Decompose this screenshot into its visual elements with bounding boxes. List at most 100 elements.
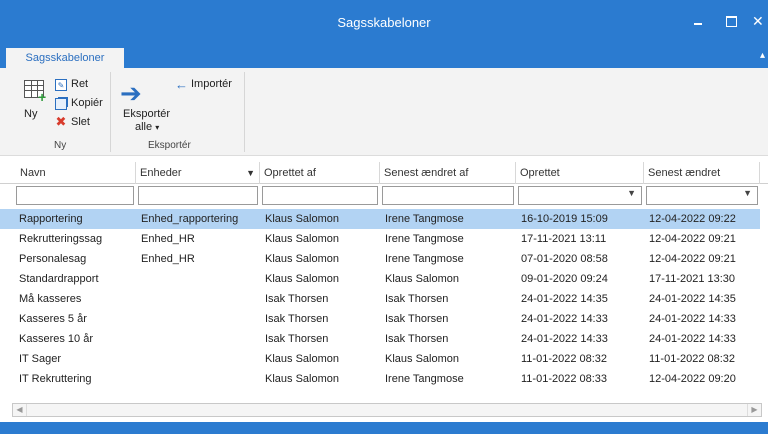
table-row[interactable]: Personalesag Enhed_HR Klaus Salomon Irene T… — [0, 249, 760, 269]
cell-enheder — [138, 289, 260, 309]
cell-senest-aendret-af: Irene Tangmose — [385, 253, 464, 265]
filter-oprettet-af-input[interactable] — [262, 186, 378, 205]
cell-enheder — [138, 309, 260, 329]
import-button[interactable]: Importér — [191, 78, 232, 90]
cell-oprettet-af: Isak Thorsen — [265, 333, 329, 345]
cell-senest-aendret-af: Isak Thorsen — [385, 333, 449, 345]
cell-senest-aendret: 12-04-2022 09:20 — [649, 373, 736, 385]
column-header-oprettet[interactable]: Oprettet — [516, 162, 644, 184]
cell-navn: Personalesag — [19, 253, 87, 265]
cell-oprettet: 24-01-2022 14:33 — [521, 313, 608, 325]
cell-senest-aendret: 12-04-2022 09:21 — [649, 233, 736, 245]
cell-enheder — [138, 349, 260, 369]
cell-oprettet-af: Klaus Salomon — [265, 253, 339, 265]
cell-navn: Må kasseres — [19, 293, 82, 305]
table-row[interactable]: Standardrapport Klaus Salomon Klaus Salomo… — [0, 269, 760, 289]
table-row[interactable]: Kasseres 10 år Isak Thorsen Isak Thorsen 24… — [0, 329, 760, 349]
cell-oprettet: 11-01-2022 08:33 — [521, 373, 608, 385]
cell-enheder — [138, 329, 260, 349]
table-row[interactable]: Kasseres 5 år Isak Thorsen Isak Thorsen 24-… — [0, 309, 760, 329]
filter-oprettet-date[interactable]: ▼ — [518, 184, 642, 208]
table-row[interactable]: Rapportering Enhed_rapportering Klaus Salo… — [0, 209, 760, 229]
ribbon-collapse-icon[interactable]: ▴ — [760, 50, 765, 61]
cell-enheder — [138, 369, 260, 389]
cell-oprettet: 24-01-2022 14:35 — [521, 293, 608, 305]
cell-enheder: Enhed_HR — [141, 253, 195, 265]
plus-icon: + — [38, 89, 47, 105]
export-all-button[interactable]: alle ▾ — [135, 121, 159, 133]
table-row[interactable]: IT Sager Klaus Salomon Klaus Salomon 11-01-… — [0, 349, 760, 369]
tab-sagsskabeloner[interactable]: Sagsskabeloner — [6, 48, 124, 68]
minimize-icon[interactable] — [690, 12, 708, 30]
cell-senest-aendret: 24-01-2022 14:33 — [649, 333, 736, 345]
filter-senest-aendret-date[interactable]: ▼ — [646, 184, 758, 208]
cell-senest-aendret: 12-04-2022 09:21 — [649, 253, 736, 265]
cell-senest-aendret: 24-01-2022 14:33 — [649, 313, 736, 325]
filter-senest-aendret-af-input[interactable] — [382, 186, 514, 205]
cell-oprettet-af: Klaus Salomon — [265, 233, 339, 245]
filter-oprettet-input[interactable] — [518, 186, 642, 205]
cell-senest-aendret-af: Irene Tangmose — [385, 233, 464, 245]
filter-dropdown-icon[interactable]: ▼ — [246, 162, 255, 184]
horizontal-scrollbar[interactable]: ◀ ▶ — [12, 403, 762, 417]
status-bar — [0, 422, 768, 434]
arrow-right-icon: ➔ — [120, 78, 142, 108]
grid-filter-row: ▼ ▼ — [0, 184, 768, 208]
filter-enheder-input[interactable] — [138, 186, 258, 205]
cell-enheder: Enhed_HR — [141, 233, 195, 245]
cell-senest-aendret-af: Klaus Salomon — [385, 273, 459, 285]
arrow-left-icon: ← — [175, 77, 188, 92]
cell-oprettet-af: Klaus Salomon — [265, 213, 339, 225]
grid-header-row: Navn Enheder ▼ Oprettet af Senest ændret … — [0, 162, 768, 184]
table-row[interactable]: Må kasseres Isak Thorsen Isak Thorsen 24-01… — [0, 289, 760, 309]
delete-x-icon: ✖ — [55, 114, 67, 129]
maximize-icon[interactable] — [722, 12, 740, 30]
scroll-left-icon[interactable]: ◀ — [13, 404, 27, 416]
delete-button[interactable]: Slet — [71, 116, 90, 128]
table-row[interactable]: IT Rekruttering Klaus Salomon Irene Tangmo… — [0, 369, 760, 389]
cell-senest-aendret-af: Klaus Salomon — [385, 353, 459, 365]
cell-senest-aendret: 12-04-2022 09:22 — [649, 213, 736, 225]
new-button[interactable]: Ny — [24, 108, 37, 120]
group-label-new: Ny — [54, 140, 67, 151]
cell-senest-aendret-af: Irene Tangmose — [385, 213, 464, 225]
close-icon[interactable]: ✕ — [752, 12, 768, 30]
copy-button[interactable]: Kopiér — [71, 97, 103, 109]
cell-oprettet: 24-01-2022 14:33 — [521, 333, 608, 345]
filter-navn-input[interactable] — [16, 186, 134, 205]
cell-enheder — [138, 269, 260, 289]
cell-navn: Kasseres 5 år — [19, 313, 87, 325]
cell-navn: Standardrapport — [19, 273, 99, 285]
cell-navn: Kasseres 10 år — [19, 333, 93, 345]
cell-senest-aendret: 11-01-2022 08:32 — [649, 353, 736, 365]
ribbon-tab-strip: Sagsskabeloner ▴ — [0, 46, 768, 68]
cell-navn: IT Rekruttering — [19, 373, 92, 385]
group-label-export: Eksportér — [148, 140, 191, 151]
title-bar: Sagsskabeloner ✕ — [0, 0, 768, 46]
export-all-button-line1[interactable]: Eksportér — [123, 108, 170, 120]
scroll-right-icon[interactable]: ▶ — [747, 404, 761, 416]
table-row[interactable]: Rekrutteringssag Enhed_HR Klaus Salomon Ire… — [0, 229, 760, 249]
column-header-navn[interactable]: Navn — [16, 162, 136, 184]
edit-button[interactable]: Ret — [71, 78, 88, 90]
cell-senest-aendret-af: Irene Tangmose — [385, 373, 464, 385]
cell-senest-aendret: 24-01-2022 14:35 — [649, 293, 736, 305]
window-title: Sagsskabeloner — [337, 15, 431, 30]
templates-grid: Navn Enheder ▼ Oprettet af Senest ændret … — [0, 156, 768, 422]
column-header-senest-aendret-af[interactable]: Senest ændret af — [380, 162, 516, 184]
cell-oprettet-af: Klaus Salomon — [265, 373, 339, 385]
cell-oprettet-af: Isak Thorsen — [265, 293, 329, 305]
column-header-senest-aendret[interactable]: Senest ændret — [644, 162, 760, 184]
ribbon-separator — [110, 72, 111, 152]
export-all-label: alle — [135, 121, 153, 133]
cell-oprettet-af: Klaus Salomon — [265, 273, 339, 285]
cell-navn: Rekrutteringssag — [19, 233, 103, 245]
column-header-enheder[interactable]: Enheder ▼ — [136, 162, 260, 184]
cell-enheder: Enhed_rapportering — [141, 213, 239, 225]
cell-senest-aendret-af: Isak Thorsen — [385, 293, 449, 305]
column-header-oprettet-af[interactable]: Oprettet af — [260, 162, 380, 184]
ribbon: + Ny ✎ Ret Kopiér ✖ Slet Ny ➔ Eksportér … — [0, 68, 768, 156]
chevron-down-icon: ▾ — [155, 123, 160, 132]
cell-navn: IT Sager — [19, 353, 61, 365]
filter-senest-aendret-input[interactable] — [646, 186, 758, 205]
